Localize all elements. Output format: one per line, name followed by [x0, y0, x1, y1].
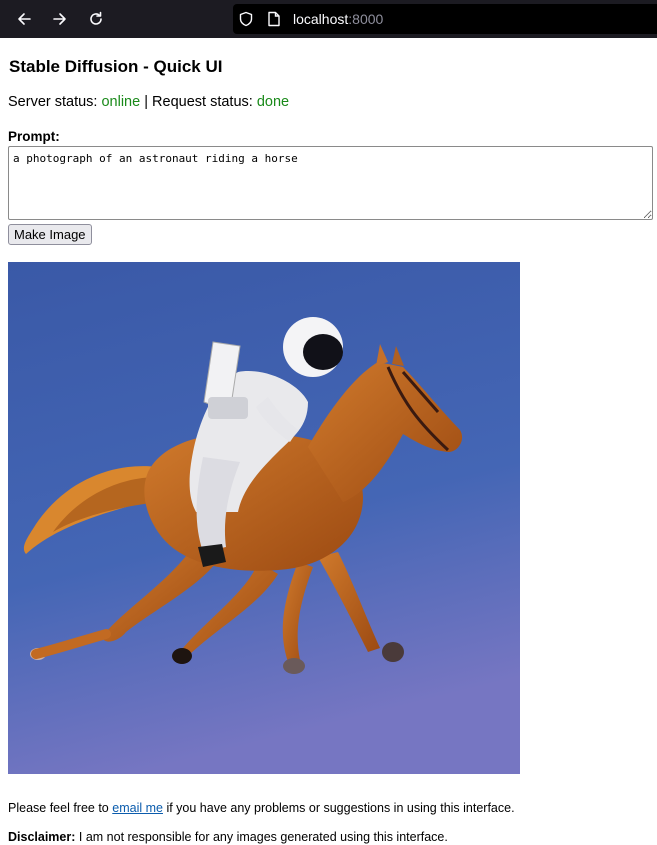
disclaimer-text: I am not responsible for any images gene… [78, 830, 448, 844]
forward-button[interactable] [48, 7, 72, 31]
generated-image [8, 262, 520, 774]
url-host: localhost [293, 11, 349, 27]
url-text[interactable]: localhost:8000 [293, 11, 383, 27]
footer-suffix: if you have any problems or suggestions … [166, 801, 515, 815]
footer-contact: Please feel free to email me if you have… [8, 801, 515, 815]
page-title: Stable Diffusion - Quick UI [9, 57, 223, 76]
footer-disclaimer: Disclaimer: I am not responsible for any… [8, 830, 448, 844]
server-status-value: online [101, 94, 141, 110]
reload-button[interactable] [84, 7, 108, 31]
request-status-value: done [256, 94, 290, 110]
arrow-right-icon [53, 13, 66, 25]
prompt-input[interactable]: a photograph of an astronaut riding a ho… [8, 146, 653, 220]
status-line: Server status: online | Request status: … [8, 94, 289, 110]
page-icon [268, 11, 280, 27]
prompt-label: Prompt: [8, 129, 60, 144]
reload-icon [90, 11, 102, 25]
footer-prefix: Please feel free to [8, 801, 109, 815]
arrow-left-icon [18, 13, 31, 25]
back-button[interactable] [12, 7, 36, 31]
shield-icon[interactable] [238, 11, 254, 27]
make-image-button[interactable]: Make Image [8, 224, 92, 245]
url-bar[interactable]: localhost:8000 [233, 4, 657, 34]
disclaimer-label: Disclaimer: [8, 830, 76, 844]
server-status-label: Server status: [8, 94, 98, 110]
request-status-label: Request status: [152, 94, 253, 110]
email-link[interactable]: email me [112, 801, 163, 815]
url-port: :8000 [348, 11, 384, 27]
browser-toolbar: localhost:8000 [0, 0, 657, 38]
status-separator: | [144, 94, 148, 110]
